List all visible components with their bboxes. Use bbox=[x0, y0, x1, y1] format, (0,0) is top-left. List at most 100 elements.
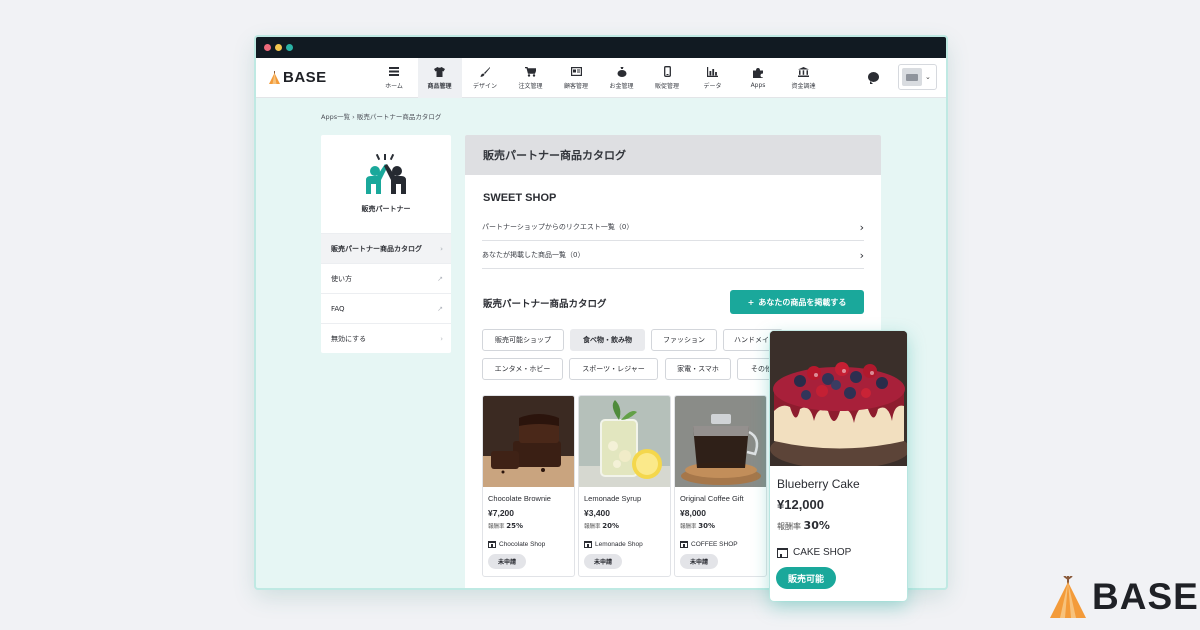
nav-products[interactable]: 商品管理 bbox=[417, 57, 462, 98]
category-chip[interactable]: エンタメ・ホビー bbox=[482, 358, 563, 380]
breadcrumb-link-apps[interactable]: Apps一覧 bbox=[321, 113, 350, 121]
chevron-right-icon: › bbox=[440, 334, 443, 343]
featured-reward-rate: 報酬率 30% bbox=[777, 519, 830, 532]
window-titlebar bbox=[256, 37, 946, 58]
my-listed-products-link[interactable]: あなたが掲載した商品一覧（0） › bbox=[482, 242, 864, 269]
app-sidebar: 販売パートナー 販売パートナー商品カタログ › 使い方 ↗ FAQ ↗ 無効にす… bbox=[321, 135, 451, 353]
reward-label: 報酬率 bbox=[777, 522, 801, 531]
chat-icon[interactable] bbox=[868, 72, 879, 84]
nav-promotion[interactable]: 販促管理 bbox=[645, 58, 689, 98]
sidebar-item-catalog[interactable]: 販売パートナー商品カタログ › bbox=[321, 233, 451, 263]
chevron-right-icon: › bbox=[859, 248, 864, 262]
store-icon bbox=[680, 541, 688, 548]
phone-icon bbox=[661, 66, 673, 78]
product-shop: Lemonade Shop bbox=[584, 541, 643, 548]
chevron-down-icon: ⌄ bbox=[925, 73, 931, 81]
reward-value: 30% bbox=[698, 522, 716, 530]
partner-high-five-icon bbox=[366, 154, 406, 194]
status-badge: 未申請 bbox=[680, 554, 719, 569]
close-window-button[interactable] bbox=[264, 44, 271, 51]
nav-design[interactable]: デザイン bbox=[463, 58, 507, 98]
product-image-brownie bbox=[483, 396, 574, 487]
maximize-window-button[interactable] bbox=[286, 44, 293, 51]
product-card[interactable]: Chocolate Brownie ¥7,200 報酬率 25% Chocola… bbox=[482, 395, 575, 577]
partner-requests-link[interactable]: パートナーショップからのリクエスト一覧（0） › bbox=[482, 214, 864, 241]
sidebar-item-howto[interactable]: 使い方 ↗ bbox=[321, 263, 451, 293]
nav-money[interactable]: お金管理 bbox=[600, 58, 644, 98]
nav-label: お金管理 bbox=[609, 82, 634, 90]
shop-label: CAKE SHOP bbox=[793, 547, 852, 558]
nav-label: 販促管理 bbox=[654, 82, 679, 90]
product-image-lemonade bbox=[579, 396, 670, 487]
bank-icon bbox=[798, 66, 810, 78]
nav-label: データ bbox=[703, 82, 722, 90]
chip-label: ファッション bbox=[663, 336, 705, 344]
nav-label: Apps bbox=[750, 81, 766, 89]
reward-label: 報酬率 bbox=[680, 524, 697, 530]
nav-label: デザイン bbox=[472, 82, 497, 90]
chevron-right-icon: › bbox=[859, 220, 864, 234]
app-header: 販売パートナー bbox=[321, 135, 451, 233]
sidebar-item-label: 無効にする bbox=[331, 334, 367, 343]
money-bag-icon bbox=[616, 66, 628, 78]
category-chip[interactable]: 家電・スマホ bbox=[665, 358, 731, 380]
shop-label: Lemonade Shop bbox=[595, 541, 643, 548]
reward-rate: 報酬率 30% bbox=[680, 522, 715, 530]
nav-apps[interactable]: Apps bbox=[736, 58, 780, 98]
chevron-right-icon: › bbox=[440, 244, 443, 253]
product-shop: Chocolate Shop bbox=[488, 541, 545, 548]
category-chip[interactable]: スポーツ・レジャー bbox=[569, 358, 658, 380]
brush-icon bbox=[479, 66, 491, 78]
nav-label: 注文管理 bbox=[518, 82, 543, 90]
sidebar-item-label: 販売パートナー商品カタログ bbox=[331, 244, 422, 253]
chip-label: その他 bbox=[751, 365, 772, 373]
sidebar-item-disable[interactable]: 無効にする › bbox=[321, 323, 451, 353]
tent-logo-icon bbox=[269, 71, 280, 84]
shop-label: COFFEE SHOP bbox=[691, 541, 738, 548]
link-label: パートナーショップからのリクエスト一覧（0） bbox=[482, 223, 634, 231]
breadcrumb-separator: › bbox=[352, 113, 355, 121]
nav-customers[interactable]: 顧客管理 bbox=[554, 58, 598, 98]
chip-label: エンタメ・ホビー bbox=[494, 365, 551, 373]
product-shop: COFFEE SHOP bbox=[680, 541, 738, 548]
minimize-window-button[interactable] bbox=[275, 44, 282, 51]
breadcrumb-current: 販売パートナー商品カタログ bbox=[356, 113, 442, 121]
status-badge-available: 販売可能 bbox=[776, 567, 837, 589]
status-badge: 未申請 bbox=[584, 554, 623, 569]
shop-name: SWEET SHOP bbox=[483, 192, 557, 204]
nav-funding[interactable]: 資金調達 bbox=[782, 58, 826, 98]
nav-data[interactable]: データ bbox=[691, 58, 735, 98]
category-chip-active[interactable]: 食べ物・飲み物 bbox=[570, 329, 645, 351]
sidebar-item-label: 使い方 bbox=[331, 274, 352, 283]
tent-logo-icon bbox=[1050, 576, 1086, 618]
app-name: 販売パートナー bbox=[361, 205, 411, 213]
reward-value: 30% bbox=[803, 519, 830, 532]
id-card-icon bbox=[570, 66, 582, 78]
shop-thumbnail bbox=[902, 68, 922, 86]
reward-value: 20% bbox=[602, 522, 620, 530]
base-logo[interactable]: BASE bbox=[256, 69, 372, 86]
post-product-button[interactable]: + あなたの商品を掲載する bbox=[730, 290, 864, 314]
product-card[interactable]: Lemonade Syrup ¥3,400 報酬率 20% Lemonade S… bbox=[578, 395, 671, 577]
page-title: 販売パートナー商品カタログ bbox=[465, 135, 881, 175]
nav-label: ホーム bbox=[385, 82, 403, 90]
nav-label: 顧客管理 bbox=[563, 82, 588, 90]
category-chip[interactable]: ファッション bbox=[651, 329, 717, 351]
sidebar-item-faq[interactable]: FAQ ↗ bbox=[321, 293, 451, 323]
product-card[interactable]: Original Coffee Gift ¥8,000 報酬率 30% COFF… bbox=[674, 395, 767, 577]
nav-orders[interactable]: 注文管理 bbox=[509, 58, 553, 98]
reward-label: 報酬率 bbox=[584, 524, 601, 530]
store-icon bbox=[488, 541, 496, 548]
logo-text: BASE bbox=[283, 69, 327, 86]
button-label: あなたの商品を掲載する bbox=[758, 297, 847, 307]
featured-product-shop: CAKE SHOP bbox=[777, 547, 851, 558]
product-price: ¥7,200 bbox=[488, 508, 514, 518]
category-chip[interactable]: 販売可能ショップ bbox=[482, 329, 564, 351]
featured-product-card[interactable]: Blueberry Cake ¥12,000 報酬率 30% CAKE SHOP… bbox=[770, 331, 907, 601]
shop-selector[interactable]: ⌄ bbox=[898, 64, 937, 90]
featured-product-name: Blueberry Cake bbox=[777, 477, 860, 491]
product-image-blueberry-cake bbox=[770, 331, 907, 466]
chip-label: 販売可能ショップ bbox=[495, 336, 551, 344]
reward-label: 報酬率 bbox=[488, 524, 505, 530]
nav-home[interactable]: ホーム bbox=[372, 58, 416, 98]
